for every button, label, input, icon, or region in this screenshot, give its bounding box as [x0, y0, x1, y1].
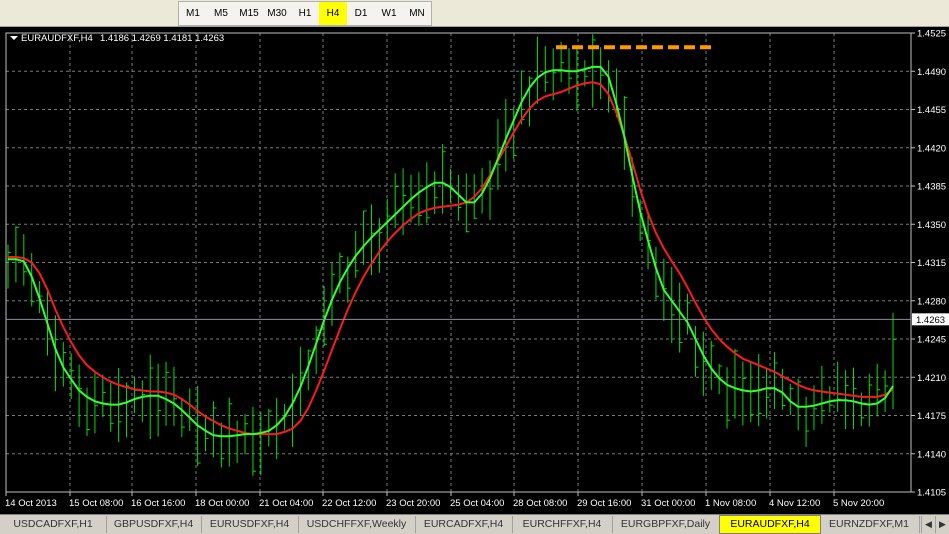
y-tick-label: 1.4140: [917, 449, 946, 460]
y-tick-label: 1.4455: [917, 105, 946, 116]
timeframe-button-m15[interactable]: M15: [235, 2, 263, 25]
chart-canvas[interactable]: 1.4525 1.4490 1.4455 1.4420 1.4385 1.4350 1.43…: [0, 27, 949, 514]
timeframe-button-h4[interactable]: H4: [319, 2, 347, 25]
chart-tab[interactable]: USDCADFXF,H1: [0, 516, 107, 533]
x-tick-label: 28 Oct 08:00: [513, 498, 567, 509]
timeframe-button-mn[interactable]: MN: [403, 2, 431, 25]
y-tick-label: 1.4350: [917, 220, 946, 231]
tab-scroll-left-icon[interactable]: ◀: [921, 516, 935, 533]
x-tick-label: 31 Oct 00:00: [641, 498, 695, 509]
timeframe-button-w1[interactable]: W1: [375, 2, 403, 25]
chart-tab[interactable]: EURAUDFXF,H4: [719, 515, 821, 534]
y-tick-label: 1.4280: [917, 296, 946, 307]
timeframe-group: M1 M5 M15 M30 H1 H4 D1 W1 MN: [178, 1, 432, 26]
y-tick-label: 1.4490: [917, 67, 946, 78]
x-tick-label: 29 Oct 16:00: [577, 498, 631, 509]
x-tick-label: 5 Nov 20:00: [833, 498, 884, 509]
chart-menu-triangle-icon[interactable]: [10, 36, 18, 40]
tab-scroll-right-icon[interactable]: ▶: [935, 516, 949, 533]
chart-tab[interactable]: EURNZDFXF,M1: [819, 516, 920, 533]
chart-tab[interactable]: EURGBPFXF,Daily: [612, 516, 720, 533]
grid: [5, 32, 911, 493]
x-tick-label: 22 Oct 12:00: [322, 498, 376, 509]
timeframe-button-h1[interactable]: H1: [291, 2, 319, 25]
y-tick-label: 1.4210: [917, 373, 946, 384]
y-tick-label: 1.4420: [917, 143, 946, 154]
chart-ohlc-values: 1.4186 1.4269 1.4181 1.4263: [100, 33, 224, 44]
x-tick-label: 21 Oct 04:00: [259, 498, 313, 509]
chart-tabs-bar: USDCADFXF,H1 GBPUSDFXF,H4 EURUSDFXF,H4 USDC…: [0, 514, 949, 534]
current-price-label: 1.4263: [916, 315, 945, 326]
x-tick-label: 1 Nov 08:00: [705, 498, 756, 509]
timeframe-button-d1[interactable]: D1: [347, 2, 375, 25]
timeframe-toolbar: M1 M5 M15 M30 H1 H4 D1 W1 MN: [0, 0, 949, 27]
y-tick-label: 1.4105: [917, 488, 946, 499]
chart-tab[interactable]: EURCADFXF,H4: [415, 516, 513, 533]
x-tick-label: 25 Oct 04:00: [450, 498, 504, 509]
x-tick-label: 16 Oct 16:00: [131, 498, 185, 509]
y-tick-label: 1.4385: [917, 182, 946, 193]
x-tick-label: 15 Oct 08:00: [69, 498, 123, 509]
x-tick-label: 23 Oct 20:00: [386, 498, 440, 509]
y-tick-label: 1.4525: [917, 29, 946, 40]
y-tick-label: 1.4315: [917, 258, 946, 269]
y-tick-label: 1.4175: [917, 411, 946, 422]
chart-tab[interactable]: USDCHFFXF,Weekly: [298, 516, 416, 533]
chart-tab[interactable]: EURCHFFXF,H4: [512, 516, 613, 533]
chart-symbol-label: EURAUDFXF,H4: [21, 33, 93, 44]
timeframe-button-m1[interactable]: M1: [179, 2, 207, 25]
tab-scroll-arrows: ◀ ▶: [921, 516, 949, 533]
chart-tab[interactable]: GBPUSDFXF,H4: [106, 516, 202, 533]
x-tick-label: 4 Nov 12:00: [769, 498, 820, 509]
timeframe-button-m30[interactable]: M30: [263, 2, 291, 25]
y-tick-label: 1.4245: [917, 335, 946, 346]
price-chart[interactable]: 1.4525 1.4490 1.4455 1.4420 1.4385 1.4350 1.43…: [0, 27, 949, 514]
x-tick-label: 14 Oct 2013: [5, 498, 57, 509]
price-bars: [7, 34, 896, 476]
timeframe-button-m5[interactable]: M5: [207, 2, 235, 25]
x-tick-label: 18 Oct 00:00: [195, 498, 249, 509]
chart-tab[interactable]: EURUSDFXF,H4: [201, 516, 299, 533]
